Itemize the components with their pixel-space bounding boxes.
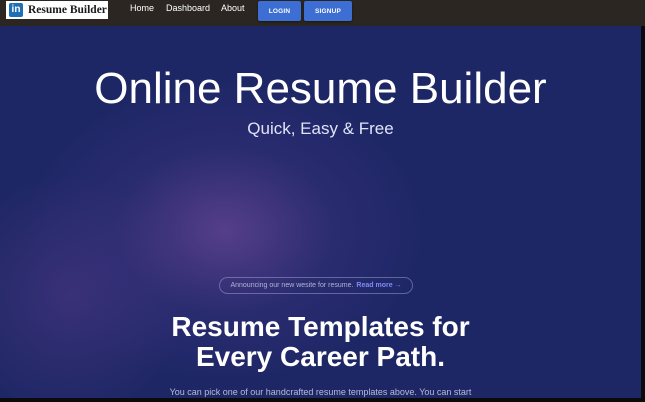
linkedin-icon: in (9, 3, 23, 17)
hero-section: Online Resume Builder Quick, Easy & Free… (0, 26, 641, 398)
templates-description: You can pick one of our handcrafted resu… (169, 387, 472, 397)
templates-heading-line1: Resume Templates for (171, 311, 470, 342)
signup-button[interactable]: SIGNUP (304, 1, 352, 21)
logo[interactable]: in Resume Builder (6, 1, 108, 19)
login-button[interactable]: LOGIN (258, 1, 301, 21)
hero-subtitle: Quick, Easy & Free (247, 119, 394, 138)
announcement-pill: Announcing our new wesite for resume. Re… (219, 277, 413, 294)
nav-link-dashboard[interactable]: Dashboard (166, 3, 210, 13)
nav-link-about[interactable]: About (221, 3, 245, 13)
templates-heading: Resume Templates for Every Career Path. (0, 312, 641, 372)
templates-heading-line2: Every Career Path. (195, 341, 446, 372)
window-edge-bottom (0, 398, 645, 402)
window-edge-right (641, 26, 645, 402)
logo-text: Resume Builder (28, 4, 107, 16)
hero-title: Online Resume Builder (94, 64, 547, 113)
nav-link-home[interactable]: Home (130, 3, 154, 13)
announcement-text: Announcing our new wesite for resume. (230, 282, 354, 289)
navbar: in Resume Builder Home Dashboard About L… (0, 0, 645, 26)
read-more-link[interactable]: Read more → (356, 282, 401, 289)
